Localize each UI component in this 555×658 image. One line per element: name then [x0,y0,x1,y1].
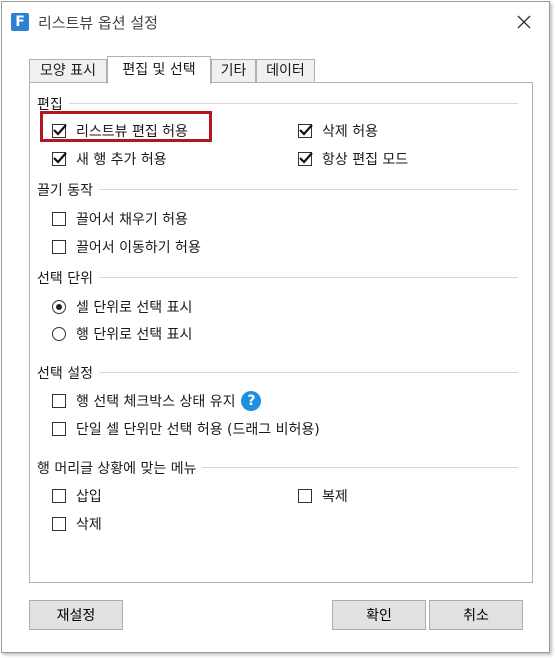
app-icon: F [11,13,29,31]
checkbox-box [52,422,66,436]
checkbox-label: 삭제 허용 [322,124,378,140]
group-divider [38,277,518,278]
radio-row-unit[interactable]: 행 단위로 선택 표시 [52,324,192,344]
radio-cell-unit[interactable]: 셀 단위로 선택 표시 [52,297,192,317]
checkmark-icon [299,152,313,164]
radio-circle [52,300,66,314]
checkbox-box [52,517,66,531]
group-divider [38,189,518,190]
checkbox-label: 새 행 추가 허용 [76,152,167,168]
tab-etc[interactable]: 기타 [211,59,256,82]
close-button[interactable] [513,11,535,33]
reset-button[interactable]: 재설정 [29,600,123,630]
checkbox-box [52,124,67,138]
checkbox-label: 삭제 [76,517,102,533]
cancel-button[interactable]: 취소 [429,600,523,630]
tab-edit-select[interactable]: 편집 및 선택 [107,56,211,84]
checkmark-icon [53,152,67,164]
checkbox-drag-move[interactable]: 끌어서 이동하기 허용 [52,237,201,257]
title-bar: F 리스트뷰 옵션 설정 [2,2,549,42]
checkbox-single-cell[interactable]: 단일 셀 단위만 선택 허용 (드래그 비허용) [52,419,320,439]
checkmark-icon [53,124,67,136]
help-icon[interactable]: ? [241,391,262,411]
checkbox-box [52,152,67,166]
ok-button[interactable]: 확인 [332,600,426,630]
group-title-unit: 선택 단위 [37,268,99,288]
checkbox-drag-fill[interactable]: 끌어서 채우기 허용 [52,209,188,229]
group-divider [38,372,518,373]
checkbox-duplicate[interactable]: 복제 [298,486,348,506]
window-title: 리스트뷰 옵션 설정 [38,14,158,32]
checkmark-icon [299,124,313,136]
close-icon [517,15,531,29]
checkbox-allow-delete[interactable]: 삭제 허용 [298,121,378,141]
checkbox-label: 끌어서 이동하기 허용 [76,240,201,256]
tab-panel-edit-select: 편집 리스트뷰 편집 허용 삭제 허용 새 행 추가 허용 항상 편집 모드 끌… [29,82,533,583]
checkbox-label: 삽입 [76,489,102,505]
group-title-menu: 행 머리글 상황에 맞는 메뉴 [37,458,203,478]
checkbox-label: 복제 [322,489,348,505]
tab-display[interactable]: 모양 표시 [29,59,107,82]
checkbox-delete[interactable]: 삭제 [52,514,102,534]
checkbox-box [298,124,313,138]
checkbox-label: 리스트뷰 편집 허용 [76,124,188,140]
group-title-select: 선택 설정 [37,363,99,383]
checkbox-keep-row-check[interactable]: 행 선택 체크박스 상태 유지 ? [52,391,262,411]
checkbox-add-row[interactable]: 새 행 추가 허용 [52,149,167,169]
checkbox-box [52,240,66,254]
checkbox-always-edit[interactable]: 항상 편집 모드 [298,149,408,169]
checkbox-box [52,489,66,503]
tab-data[interactable]: 데이터 [256,59,315,82]
checkbox-label: 행 선택 체크박스 상태 유지 [76,394,236,410]
radio-label: 셀 단위로 선택 표시 [76,300,193,316]
group-title-drag: 끌기 동작 [37,180,99,200]
dialog-window: F 리스트뷰 옵션 설정 모양 표시 편집 및 선택 기타 데이터 편집 리스트… [1,1,550,653]
checkbox-label: 끌어서 채우기 허용 [76,212,188,228]
radio-label: 행 단위로 선택 표시 [76,327,193,343]
checkbox-label: 항상 편집 모드 [322,152,409,168]
group-divider [38,103,518,104]
checkbox-box [52,212,66,226]
radio-circle [52,327,66,341]
checkbox-label: 단일 셀 단위만 선택 허용 (드래그 비허용) [76,422,320,438]
checkbox-allow-edit[interactable]: 리스트뷰 편집 허용 [52,121,188,141]
checkbox-insert[interactable]: 삽입 [52,486,102,506]
checkbox-box [298,152,313,166]
checkbox-box [52,394,66,408]
checkbox-box [298,489,312,503]
